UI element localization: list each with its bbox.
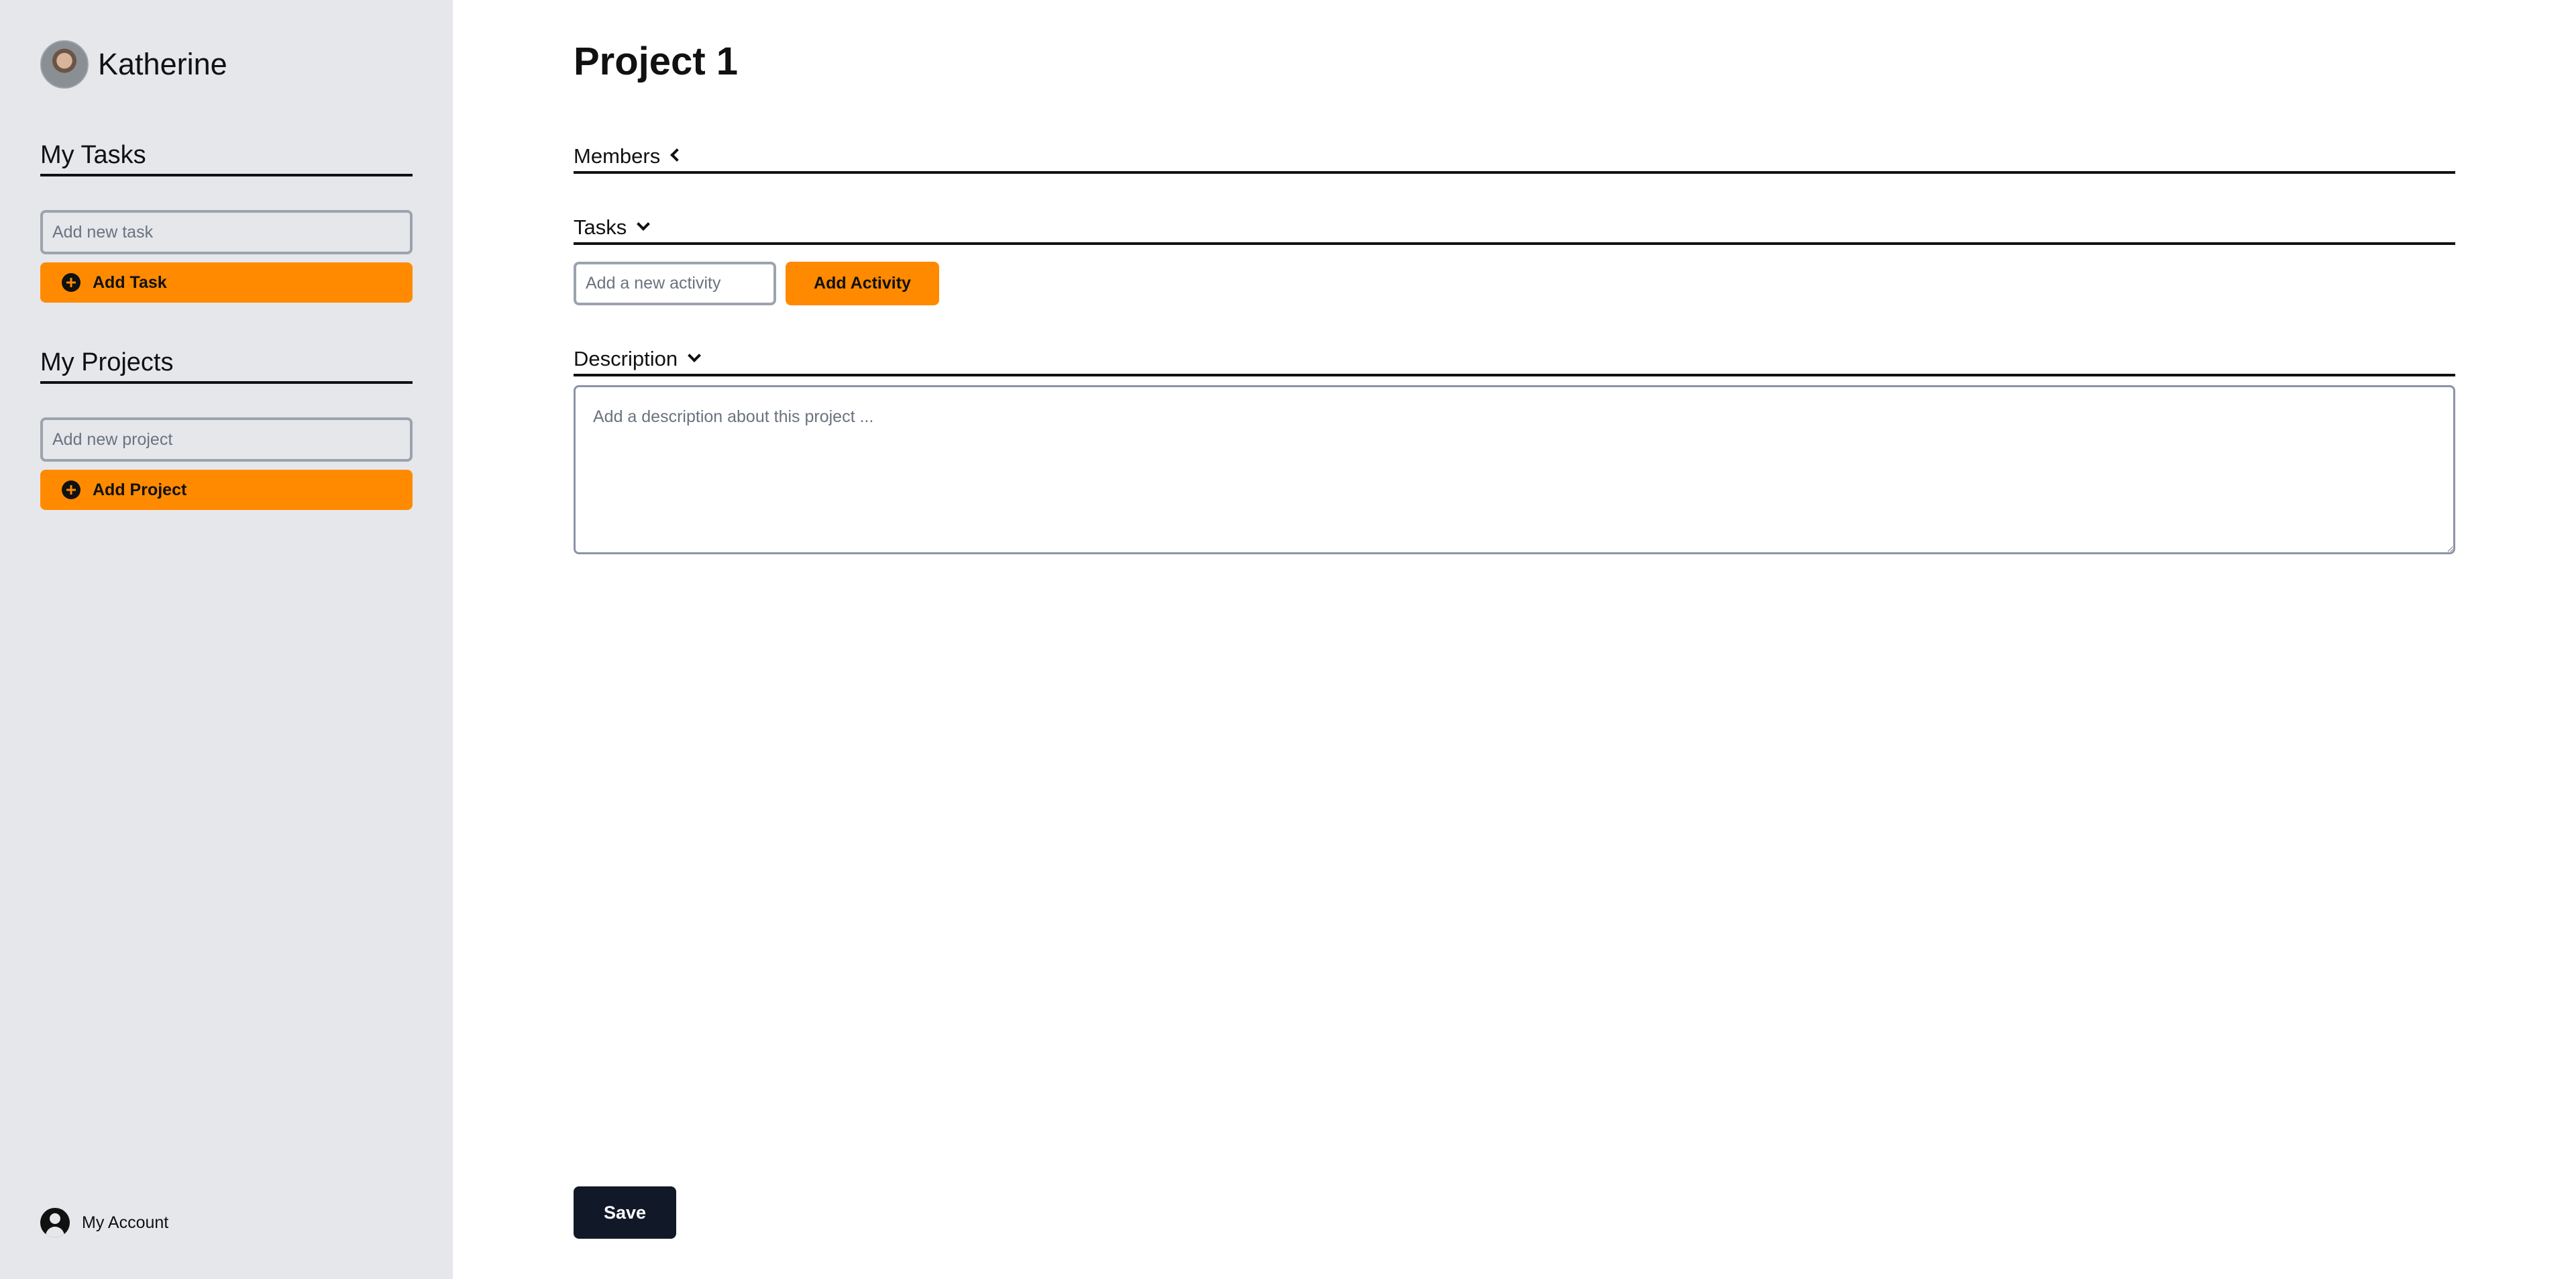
plus-circle-icon: [62, 480, 80, 499]
save-button[interactable]: Save: [574, 1186, 676, 1239]
my-account-label: My Account: [82, 1213, 169, 1232]
new-task-input[interactable]: [40, 210, 413, 254]
tasks-header[interactable]: Tasks: [574, 215, 2455, 245]
activity-row: Add Activity: [574, 262, 939, 305]
my-account-link[interactable]: My Account: [40, 1208, 168, 1237]
page-title: Project 1: [574, 40, 738, 83]
my-projects-heading: My Projects: [40, 348, 413, 384]
add-task-label: Add Task: [93, 272, 167, 292]
sidebar: Katherine My Tasks Add Task My Projects …: [0, 0, 453, 1279]
new-activity-input[interactable]: [574, 262, 776, 305]
description-label: Description: [574, 347, 678, 370]
user-circle-icon: [40, 1208, 70, 1237]
tasks-label: Tasks: [574, 215, 627, 239]
user-profile: Katherine: [40, 40, 227, 89]
add-activity-button[interactable]: Add Activity: [786, 262, 939, 305]
chevron-down-icon[interactable]: [688, 349, 701, 362]
main-content: Project 1 Members Tasks Add Activity Des…: [574, 0, 2455, 1279]
add-project-label: Add Project: [93, 480, 187, 499]
my-projects-section: My Projects Add Project: [40, 348, 413, 510]
members-header[interactable]: Members: [574, 144, 2455, 174]
add-project-button[interactable]: Add Project: [40, 470, 413, 510]
my-tasks-section: My Tasks Add Task: [40, 141, 413, 303]
new-project-input[interactable]: [40, 417, 413, 462]
description-header[interactable]: Description: [574, 347, 2455, 376]
members-label: Members: [574, 144, 661, 168]
my-tasks-heading: My Tasks: [40, 141, 413, 176]
chevron-down-icon[interactable]: [637, 217, 651, 231]
avatar: [40, 40, 89, 89]
chevron-left-icon[interactable]: [670, 148, 684, 162]
add-task-button[interactable]: Add Task: [40, 262, 413, 303]
plus-circle-icon: [62, 273, 80, 292]
user-name: Katherine: [98, 47, 227, 81]
description-textarea[interactable]: [574, 385, 2455, 554]
app: Katherine My Tasks Add Task My Projects …: [0, 0, 2576, 1279]
